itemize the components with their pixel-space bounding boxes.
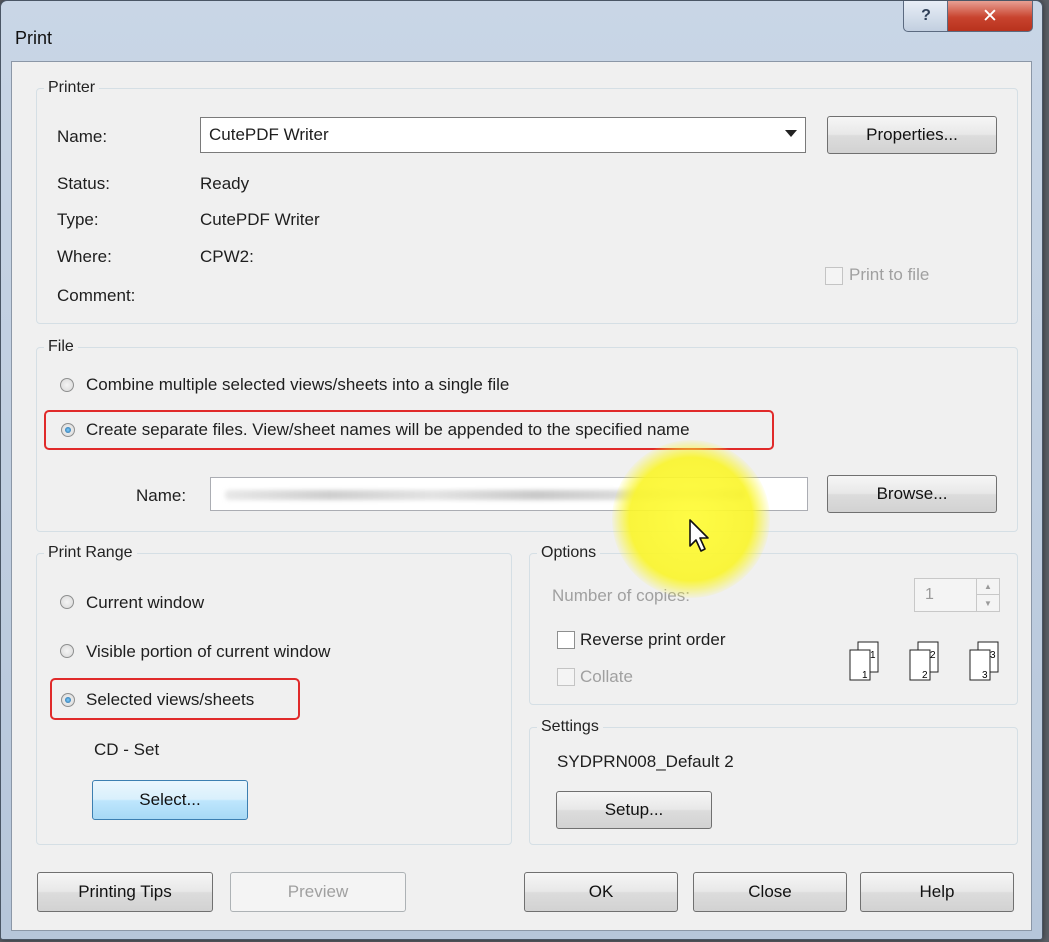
print-range-group-label: Print Range [44,544,137,562]
file-name-label: Name: [136,486,187,505]
question-icon: ? [921,7,931,24]
type-label: Type: [57,210,99,229]
copies-spinner[interactable]: 1 ▲ ▼ [914,578,1000,612]
combine-label: Combine multiple selected views/sheets i… [86,375,510,394]
type-value: CutePDF Writer [200,210,320,229]
print-to-file-label: Print to file [849,265,930,284]
page-stack-2: 2 2 [909,641,939,681]
visible-portion-label: Visible portion of current window [86,642,331,661]
page-number-3: 3 [990,650,996,661]
printer-group-label: Printer [44,79,100,97]
window-title: Print [15,28,53,48]
dialog-body: Printer Name: CutePDF Writer Properties.… [11,61,1032,931]
status-label: Status: [57,174,110,193]
spin-down-icon[interactable]: ▼ [977,595,999,611]
close-button[interactable]: Close [693,872,847,912]
current-window-radio[interactable] [60,595,74,609]
close-icon: ✕ [982,5,998,27]
preview-button[interactable]: Preview [230,872,406,912]
set-name: CD - Set [94,740,160,759]
where-value: CPW2: [200,247,254,266]
reverse-order-checkbox[interactable] [557,631,575,649]
collate-pages-icon: 1 1 2 2 3 3 [849,641,999,681]
printer-name-value: CutePDF Writer [209,125,329,144]
spin-up-icon[interactable]: ▲ [977,579,999,595]
file-group-label: File [44,338,78,356]
ok-button[interactable]: OK [524,872,678,912]
printer-name-label: Name: [57,127,108,146]
reverse-order-label: Reverse print order [580,630,726,649]
where-label: Where: [57,247,112,266]
collate-label: Collate [580,667,633,686]
title-bar[interactable]: Print ? ✕ [1,1,1042,61]
setup-button[interactable]: Setup... [556,791,712,829]
printing-tips-button[interactable]: Printing Tips [37,872,213,912]
settings-value: SYDPRN008_Default 2 [557,752,734,771]
page-stack-3: 3 3 [969,641,999,681]
select-button[interactable]: Select... [92,780,248,820]
chevron-down-icon [785,130,797,137]
browse-button[interactable]: Browse... [827,475,997,513]
page-number-1: 1 [870,650,876,661]
page-stack-1: 1 1 [849,641,879,681]
page-number-1b: 1 [862,670,868,681]
mouse-pointer-icon [689,519,709,552]
separate-files-label: Create separate files. View/sheet names … [86,420,690,439]
help-title-button[interactable]: ? [903,1,949,32]
visible-portion-radio[interactable] [60,644,74,658]
selected-views-radio[interactable] [61,693,75,707]
page-number-2: 2 [930,650,936,661]
separate-files-radio[interactable] [61,423,75,437]
status-value: Ready [200,174,250,193]
close-title-button[interactable]: ✕ [947,1,1033,32]
current-window-label: Current window [86,593,205,612]
page-number-3b: 3 [982,670,988,681]
comment-label: Comment: [57,286,136,305]
print-to-file-checkbox[interactable] [825,267,843,285]
page-number-2b: 2 [922,670,928,681]
copies-spin-buttons[interactable]: ▲ ▼ [976,579,999,611]
selected-views-label: Selected views/sheets [86,690,255,709]
properties-button[interactable]: Properties... [827,116,997,154]
help-button[interactable]: Help [860,872,1014,912]
copies-value: 1 [925,586,934,603]
settings-group-label: Settings [537,718,603,736]
combine-radio[interactable] [60,378,74,392]
printer-name-dropdown[interactable]: CutePDF Writer [200,117,806,153]
print-dialog-window: Print ? ✕ Printer Name: CutePDF Writer P… [0,0,1043,940]
options-group-label: Options [537,544,601,562]
collate-checkbox[interactable] [557,668,575,686]
